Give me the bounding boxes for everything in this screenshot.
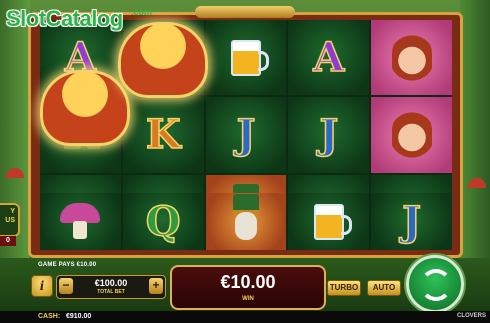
- pot-of-gold-icon: [40, 70, 130, 146]
- reel-cell: Q: [122, 193, 204, 250]
- beer-mug-icon: [230, 39, 269, 76]
- cash-value: €910.00: [66, 313, 92, 320]
- watermark-suffix: .com: [131, 7, 153, 17]
- frame-ornament-icon: [195, 6, 295, 18]
- reel-cell: J: [288, 97, 370, 173]
- symbol-j-icon: J: [401, 197, 422, 246]
- reel-cell: A: [288, 20, 370, 96]
- decrease-bet-button[interactable]: −: [59, 278, 73, 294]
- reel-grid-lower: Q J: [40, 193, 452, 250]
- mushroom-icon: [60, 202, 101, 241]
- reel-cell: [205, 20, 287, 96]
- symbol-a-icon: A: [313, 33, 346, 82]
- reel-cell: J: [371, 193, 452, 250]
- buy-bonus-count: 0: [0, 236, 16, 246]
- lady-character-icon: [391, 109, 432, 160]
- game-name: CLOVERS: [456, 313, 486, 319]
- total-bet-control: − €100.00 TOTAL BET +: [56, 275, 166, 299]
- reel-cell: J: [205, 97, 287, 173]
- symbol-j-icon: J: [236, 111, 256, 160]
- reel-cell: [40, 193, 121, 250]
- increase-bet-button[interactable]: +: [149, 278, 163, 294]
- reel-cell: [371, 97, 452, 173]
- win-display: €10.00 WIN: [170, 265, 326, 310]
- watermark-logo: SlotCatalog: [6, 6, 123, 31]
- buy-bonus-badge[interactable]: Y US: [0, 203, 20, 237]
- spin-arrows-icon: [420, 269, 452, 301]
- game-pays-text: GAME PAYS €10.00: [38, 262, 97, 268]
- info-button[interactable]: i: [31, 275, 53, 297]
- cash-label: CASH:: [38, 313, 61, 320]
- symbol-q-icon: Q: [145, 197, 181, 246]
- reel-cell: [371, 20, 452, 96]
- turbo-button[interactable]: TURBO: [327, 280, 361, 296]
- lady-character-icon: [391, 32, 432, 83]
- total-bet-label: TOTAL BET: [97, 289, 125, 295]
- forest-background-right: [460, 0, 490, 270]
- leprechaun-icon: [227, 193, 265, 250]
- pot-of-gold-icon: [118, 22, 208, 98]
- footer-bar: CASH: €910.00 CLOVERS: [0, 311, 490, 323]
- symbol-j-icon: J: [319, 111, 339, 160]
- reel-cell: [288, 193, 370, 250]
- reel-cell: [205, 193, 287, 250]
- autoplay-button[interactable]: AUTO: [367, 280, 401, 296]
- win-label: WIN: [242, 296, 254, 302]
- beer-mug-icon: [313, 203, 352, 240]
- total-bet-value: €100.00: [94, 278, 128, 288]
- reel-cell: K: [122, 97, 204, 173]
- symbol-k-icon: K: [145, 111, 181, 160]
- spin-button[interactable]: [406, 255, 464, 313]
- win-value: €10.00: [220, 272, 276, 292]
